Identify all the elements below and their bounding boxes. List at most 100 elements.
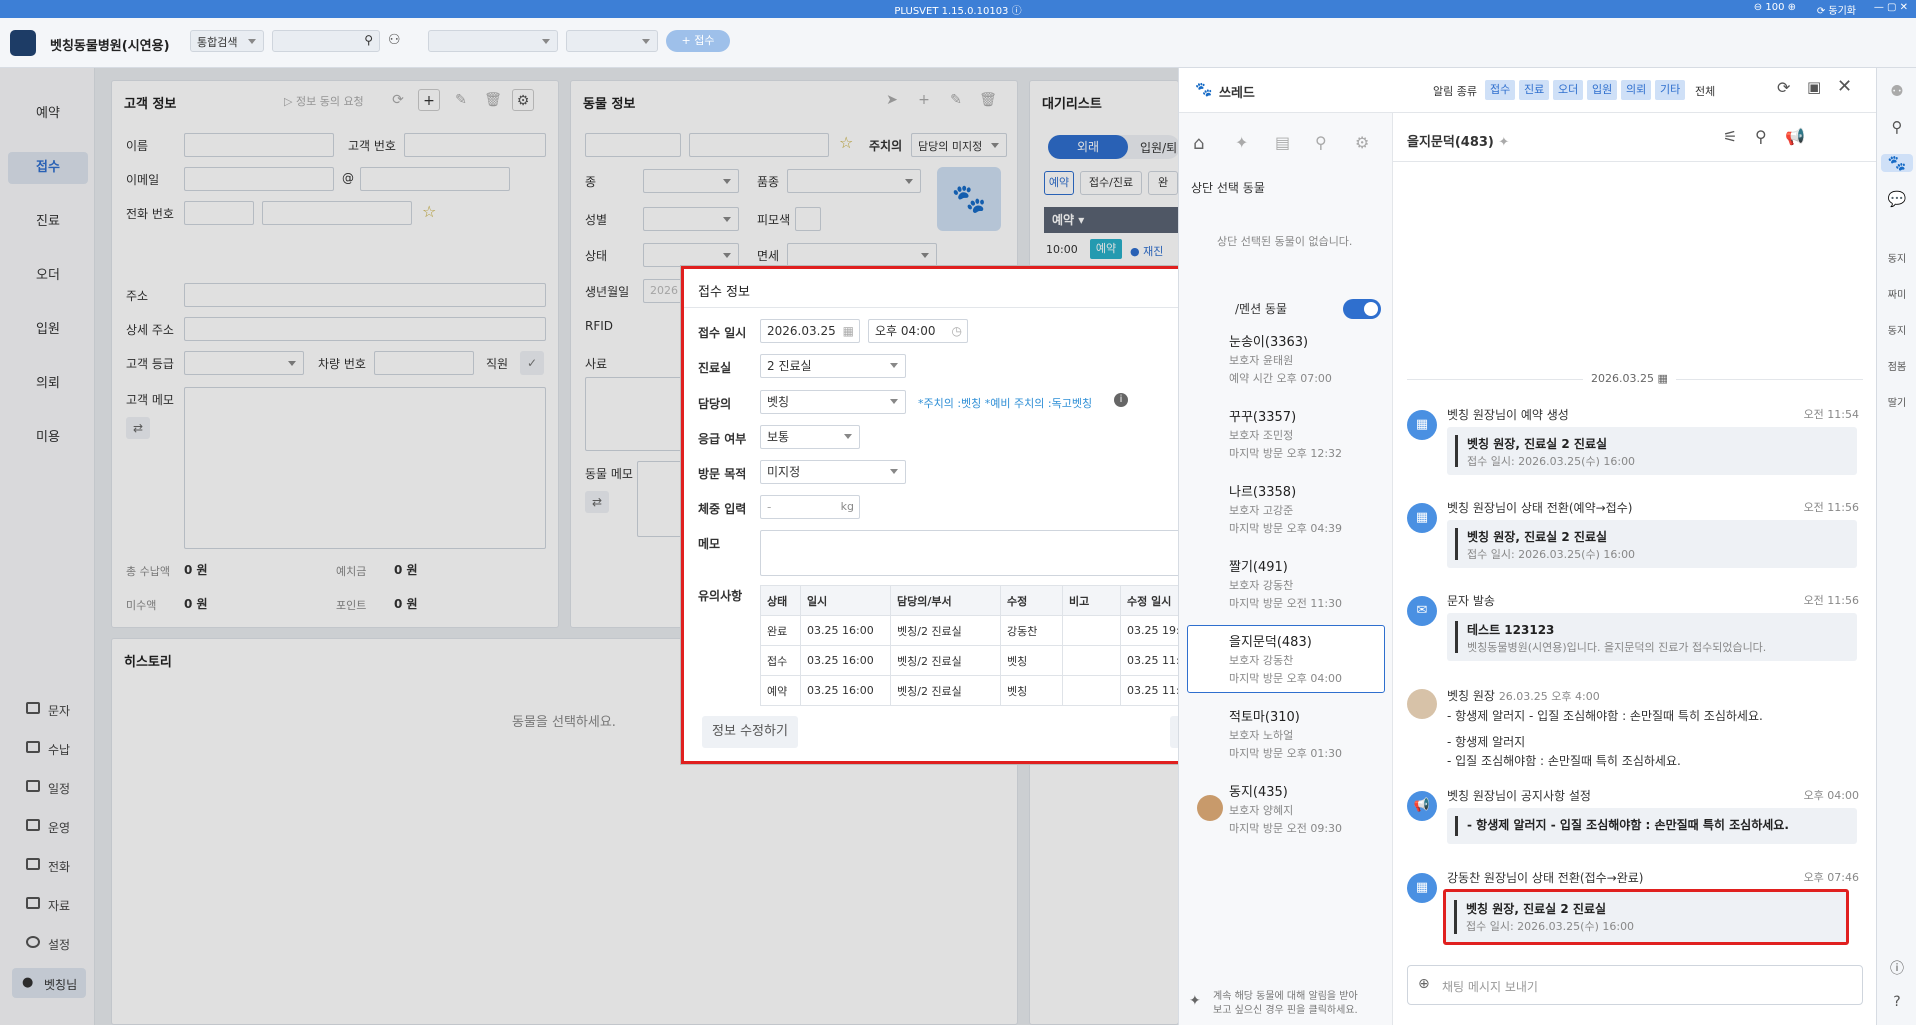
mail-icon: ✉ [1407,596,1437,626]
note-icon[interactable]: ▤ [1275,133,1290,152]
pet-item[interactable]: 꾸꾸(3357) 보호자 조민정 마지막 방문 오후 12:32 [1229,406,1342,461]
sync-button[interactable]: ⟳ 동기화 [1817,2,1856,17]
title-bar: PLUSVET 1.15.0.10103 ⓘ ⊖ 100 ⊕ ⟳ 동기화 — ▢… [0,0,1916,18]
date-label: 2026.03.25 ▦ [1583,372,1676,385]
refresh-icon[interactable]: ⟳ [1777,78,1790,97]
home-icon[interactable]: ⌂ [1193,133,1204,154]
right-rail: ⚉ ⚲ 🐾 💬 동지 짜미 동지 점봄 딸기 ⓘ ? [1876,68,1916,1025]
chat-bubble-icon[interactable]: 💬 [1881,190,1913,208]
add-icon[interactable]: ⊕ [1418,976,1430,992]
tag-inpatient[interactable]: 입원 [1587,80,1618,100]
info-icon[interactable]: i [1114,393,1128,407]
pin-hint-2: 보고 싶으신 경우 핀을 클릭하세요. [1213,1005,1358,1016]
help-icon[interactable]: ? [1881,994,1913,1010]
message-time: 오전 11:56 [1803,501,1859,514]
time-input[interactable]: 오후 04:00 ◷ [868,319,968,343]
calendar-icon: ▦ [1407,503,1437,533]
window-controls[interactable]: — ▢ ✕ [1874,2,1908,13]
tag-etc[interactable]: 기타 [1655,80,1686,100]
paw-icon[interactable]: 🐾 [1881,154,1913,172]
mention-toggle[interactable] [1343,299,1381,319]
weight-input[interactable]: - kg [760,495,860,519]
pet-item[interactable]: 짤기(491) 보호자 강동찬 마지막 방문 오전 11:30 [1229,556,1342,611]
cell [1062,645,1121,676]
tag-reception[interactable]: 접수 [1485,80,1516,100]
col-datetime: 일시 [800,585,891,616]
hospital-name: 벳칭동물병원(시연용) [50,39,170,54]
cell: 벳칭/2 진료실 [890,645,1001,676]
rail-item[interactable]: 점봄 [1881,358,1913,373]
edit-info-button[interactable]: 정보 수정하기 [702,716,798,748]
cell [1062,615,1121,646]
calendar-icon: ▦ [1407,410,1437,440]
cell [1062,675,1121,706]
megaphone-icon[interactable]: 📢 [1785,127,1805,146]
settings-pet-icon[interactable]: ⚙ [1355,133,1369,152]
user-search-icon[interactable]: ⚇ [388,32,408,52]
zoom-control[interactable]: ⊖ 100 ⊕ [1754,2,1796,13]
search-scope-select[interactable]: 통합검색 [190,30,264,52]
user-search-icon[interactable]: ⚲ [1881,118,1913,136]
calendar-icon: ▦ [1407,873,1437,903]
rail-item[interactable]: 딸기 [1881,394,1913,409]
chat-divider [1393,161,1877,162]
message-bubble[interactable]: 벳칭 원장, 진료실 2 진료실 접수 일시: 2026.03.25(수) 16:… [1447,520,1857,568]
pet-item[interactable]: 나르(3358) 보호자 고강준 마지막 방문 오후 04:39 [1229,481,1342,536]
megaphone-icon: 📢 [1407,791,1437,821]
tag-treatment[interactable]: 진료 [1519,80,1550,100]
message-bubble[interactable]: - 항생제 알러지 - 입질 조심해야함 : 손만질때 특히 조심하세요. [1447,808,1857,844]
pet-item[interactable]: 적토마(310) 보호자 노하얼 마지막 방문 오후 01:30 [1229,706,1342,761]
cell: 예약 [760,675,801,706]
rail-item[interactable]: 짜미 [1881,286,1913,301]
pin-hint-1: 계속 해당 동물에 대해 알림을 받아 [1213,991,1358,1002]
table-row: 접수 03.25 16:00 벳칭/2 진료실 벳칭 03.25 11:56 [760,645,1214,676]
search-input[interactable]: ⚲ [272,30,380,52]
memo-textarea[interactable] [760,530,1214,576]
cell: 03.25 16:00 [800,675,891,706]
pin-icon[interactable]: ✦ [1235,133,1248,152]
tag-order[interactable]: 오더 [1553,80,1584,100]
message-bubble[interactable]: 테스트 123123 벳칭동물병원(시연용)입니다. 을지문덕의 진료가 접수되었… [1447,613,1857,661]
urgent-select[interactable]: 보통 [760,425,860,449]
col-note: 비고 [1062,585,1121,616]
message-time: 오후 04:00 [1803,789,1859,802]
room-label: 진료실 [698,361,732,375]
search-icon[interactable]: ⚲ [364,33,373,47]
urgent-label: 응급 여부 [698,432,747,446]
purpose-select[interactable]: 미지정 [760,460,906,484]
filter-icon[interactable]: ⚟ [1723,127,1737,146]
user-message-line-3: - 입질 조심해야함 : 손만질때 특히 조심하세요. [1447,754,1681,768]
selected-empty: 상단 선택된 동물이 없습니다. [1217,235,1353,248]
cell: 벳칭/2 진료실 [890,615,1001,646]
profile-icon[interactable]: ⚉ [1881,82,1913,100]
info-icon[interactable]: ⓘ [1881,958,1913,978]
pet-item[interactable]: 눈송이(3363) 보호자 윤태원 예약 시간 오후 07:00 [1229,331,1332,386]
alarm-type-label: 알림 종류 [1433,85,1477,98]
close-thread-icon[interactable]: ✕ [1837,76,1852,97]
room-select[interactable]: 2 진료실 [760,354,906,378]
message-title: 벳칭 원장님이 예약 생성 [1447,408,1569,422]
message-time: 오전 11:54 [1803,408,1859,421]
filter-select-2[interactable] [566,30,658,52]
message-title: 벳칭 원장님이 공지사항 설정 [1447,789,1591,803]
rail-item[interactable]: 동지 [1881,250,1913,265]
clock-icon[interactable]: ◷ [952,320,962,342]
chat-input[interactable]: ⊕ 채팅 메시지 보내기 [1407,965,1863,1005]
tag-referral[interactable]: 의뢰 [1621,80,1652,100]
search-pet-icon[interactable]: ⚲ [1315,133,1327,152]
pet-item-selected[interactable]: 을지문덕(483) 보호자 강동찬 마지막 방문 오후 04:00 [1229,631,1342,686]
cell: 03.25 16:00 [800,615,891,646]
copy-icon[interactable]: ▣ [1807,78,1821,96]
cell: 접수 [760,645,801,676]
filter-select-1[interactable] [428,30,558,52]
message-bubble-highlighted[interactable]: 벳칭 원장, 진료실 2 진료실 접수 일시: 2026.03.25(수) 16:… [1443,889,1849,945]
tag-all[interactable]: 전체 [1695,83,1715,99]
message-bubble[interactable]: 벳칭 원장, 진료실 2 진료실 접수 일시: 2026.03.25(수) 16:… [1447,427,1857,475]
date-input[interactable]: 2026.03.25 ▦ [760,319,860,343]
chat-search-icon[interactable]: ⚲ [1755,127,1767,146]
register-button[interactable]: + 접수 [666,30,730,52]
pet-item[interactable]: 동지(435) 보호자 양혜지 마지막 방문 오전 09:30 [1229,781,1342,836]
vet-select[interactable]: 벳칭 [760,390,906,414]
rail-item[interactable]: 동지 [1881,322,1913,337]
calendar-icon[interactable]: ▦ [843,320,854,342]
